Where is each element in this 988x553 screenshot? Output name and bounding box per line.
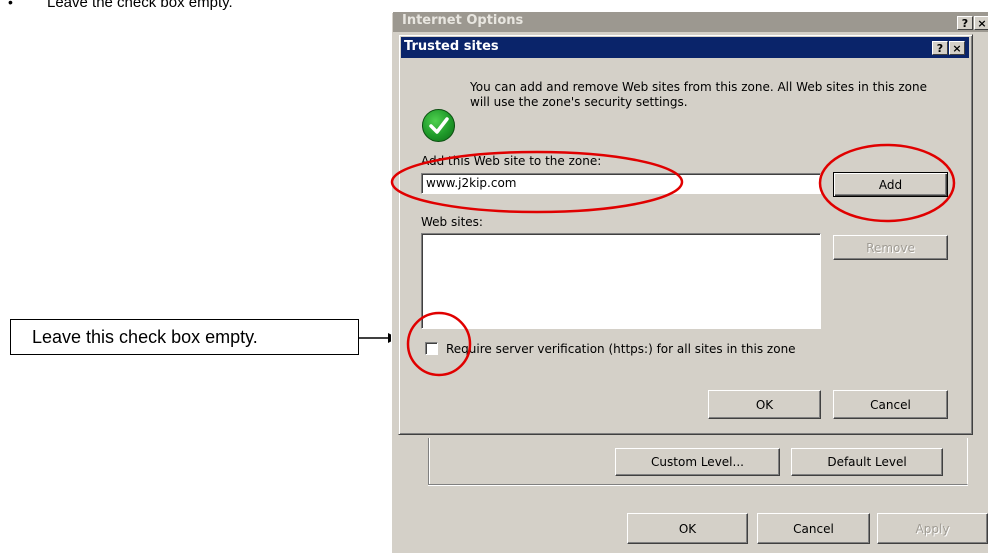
- require-https-label[interactable]: Require server verification (https:) for…: [446, 342, 796, 356]
- bullet-marker: •: [8, 0, 13, 10]
- trusted-sites-title: Trusted sites: [404, 39, 499, 54]
- add-button[interactable]: Add: [833, 172, 948, 197]
- callout-box: Leave this check box empty.: [10, 319, 359, 355]
- web-sites-list[interactable]: [421, 233, 821, 329]
- io-help-button[interactable]: ?: [957, 16, 973, 30]
- io-cancel-button[interactable]: Cancel: [757, 513, 870, 544]
- add-site-label: Add this Web site to the zone:: [421, 154, 602, 168]
- default-level-button[interactable]: Default Level: [791, 448, 943, 476]
- ts-help-button[interactable]: ?: [932, 41, 948, 55]
- require-https-checkbox[interactable]: [425, 342, 438, 355]
- web-sites-label: Web sites:: [421, 215, 483, 229]
- remove-button[interactable]: Remove: [833, 235, 948, 260]
- ts-close-button[interactable]: ×: [949, 41, 965, 55]
- ts-ok-button[interactable]: OK: [708, 390, 821, 419]
- internet-options-title: Internet Options: [402, 13, 524, 28]
- instruction-text: Leave the check box empty.: [47, 0, 233, 11]
- io-apply-button[interactable]: Apply: [877, 513, 988, 544]
- ts-cancel-button[interactable]: Cancel: [833, 390, 948, 419]
- site-url-input[interactable]: www.j2kip.com: [421, 173, 821, 194]
- custom-level-button[interactable]: Custom Level...: [615, 448, 780, 476]
- green-check-icon: [422, 109, 455, 142]
- io-close-button[interactable]: ×: [974, 16, 988, 30]
- zone-description: You can add and remove Web sites from th…: [470, 80, 927, 109]
- io-ok-button[interactable]: OK: [627, 513, 748, 544]
- callout-text: Leave this check box empty.: [32, 326, 258, 347]
